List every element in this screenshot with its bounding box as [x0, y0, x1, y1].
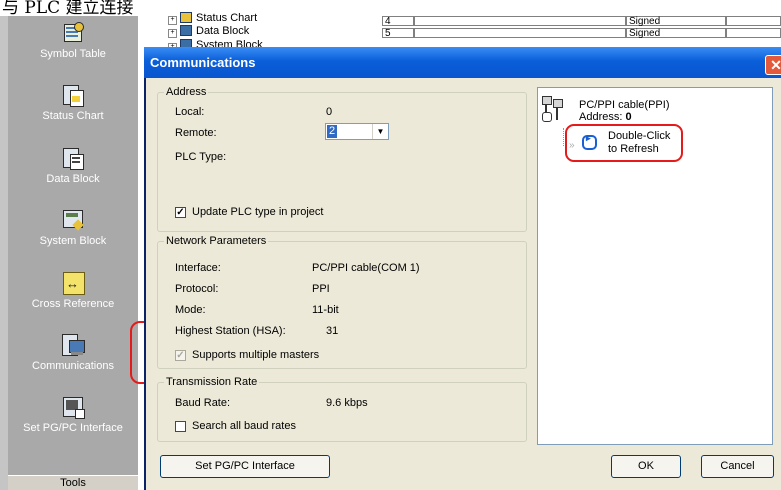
refresh-highlight: [565, 124, 683, 162]
plc-type-label: PLC Type:: [175, 151, 227, 163]
remote-address-value: 2: [327, 125, 337, 138]
symbol-table-icon: [62, 22, 84, 44]
cross-reference-icon: ↔: [62, 272, 85, 295]
address-value: 0: [625, 111, 632, 123]
tools-navigation-bar: Symbol Table Status Chart Data Block Sys…: [0, 16, 138, 490]
update-plc-type-checkbox[interactable]: ✓: [175, 207, 186, 218]
dialog-title-bar[interactable]: Communications: [144, 47, 781, 78]
group-title: Transmission Rate: [164, 376, 260, 388]
multiple-masters-label: Supports multiple masters: [192, 349, 320, 361]
cable-label[interactable]: PC/PPI cable(PPI): [579, 99, 669, 111]
multiple-masters-checkbox[interactable]: ✓: [175, 350, 186, 361]
protocol-label: Protocol:: [175, 283, 219, 295]
local-label: Local:: [175, 106, 205, 118]
hsa-value: 31: [326, 325, 339, 337]
interface-value: PC/PPI cable(COM 1): [312, 262, 420, 274]
close-button[interactable]: ✕: [765, 55, 781, 75]
grid-cell-empty[interactable]: [414, 16, 626, 26]
status-chart-icon: [180, 12, 192, 23]
address-prefix: Address:: [579, 111, 626, 123]
grid-cell-empty[interactable]: [414, 28, 626, 38]
nav-item-label: Symbol Table: [40, 48, 106, 60]
nav-item-label: Cross Reference: [31, 298, 115, 310]
nav-item-status-chart[interactable]: Status Chart: [8, 84, 138, 122]
tree-item-status-chart[interactable]: + Status Chart: [168, 12, 257, 25]
nav-item-communications[interactable]: Communications: [8, 334, 138, 372]
data-block-icon: [180, 25, 192, 36]
local-value: 0: [326, 106, 333, 118]
baud-rate-label: Baud Rate:: [175, 397, 231, 409]
dialog-title: Communications: [150, 55, 256, 70]
grid-cell-num[interactable]: 4: [382, 16, 414, 27]
nav-item-label: Set PG/PC Interface: [23, 422, 123, 434]
nav-item-label: Status Chart: [42, 110, 104, 122]
nav-item-symbol-table[interactable]: Symbol Table: [8, 22, 138, 60]
nav-item-data-block[interactable]: Data Block: [8, 147, 138, 185]
tree-item-data-block[interactable]: + Data Block: [168, 25, 249, 38]
symbol-grid: 4 Signed 5 Signed: [378, 16, 781, 48]
grid-cell-empty[interactable]: [726, 28, 781, 38]
system-block-icon: [62, 209, 84, 231]
nav-item-label: System Block: [39, 235, 107, 247]
search-baud-rates-checkbox[interactable]: [175, 421, 186, 432]
data-block-icon: [62, 147, 84, 170]
tree-item-label: Status Chart: [196, 12, 258, 24]
grid-cell-type[interactable]: Signed: [626, 16, 726, 27]
nav-item-cross-reference[interactable]: ↔ Cross Reference: [8, 272, 138, 310]
chevron-down-icon[interactable]: ▼: [372, 124, 388, 139]
mode-value: 11-bit: [312, 304, 339, 316]
grid-cell-num[interactable]: 5: [382, 28, 414, 39]
page-title: 与 PLC 建立连接: [2, 0, 134, 16]
mode-label: Mode:: [175, 304, 206, 316]
expand-icon[interactable]: +: [168, 16, 177, 25]
nav-item-set-pgpc-interface[interactable]: Set PG/PC Interface: [8, 396, 138, 434]
station-address: Address: 0: [579, 111, 632, 123]
tree-item-label: Data Block: [196, 25, 250, 37]
project-tree: +Status Chart +Data Block +System Block: [146, 12, 376, 52]
tools-group-label[interactable]: Tools: [8, 475, 138, 490]
expand-icon[interactable]: +: [168, 29, 177, 38]
search-baud-rates-label: Search all baud rates: [192, 420, 296, 432]
protocol-value: PPI: [312, 283, 330, 295]
nav-item-label: Communications: [32, 360, 114, 372]
interface-label: Interface:: [175, 262, 221, 274]
group-title: Network Parameters: [164, 235, 269, 247]
nav-item-system-block[interactable]: System Block: [8, 209, 138, 247]
hsa-label: Highest Station (HSA):: [175, 325, 286, 337]
communications-icon: [62, 334, 85, 356]
cancel-button[interactable]: Cancel: [701, 455, 774, 478]
transmission-rate-group: Transmission Rate: [157, 376, 527, 442]
set-pgpc-interface-button[interactable]: Set PG/PC Interface: [160, 455, 330, 478]
group-title: Address: [164, 86, 209, 98]
remote-address-select[interactable]: 2 ▼: [325, 123, 389, 140]
nav-item-label: Data Block: [46, 173, 100, 185]
grid-cell-type[interactable]: Signed: [626, 28, 726, 39]
grid-cell-empty[interactable]: [726, 16, 781, 26]
status-chart-icon: [62, 84, 84, 107]
update-plc-type-label: Update PLC type in project: [192, 206, 324, 218]
baud-rate-value: 9.6 kbps: [326, 397, 368, 409]
ok-button[interactable]: OK: [611, 455, 681, 478]
set-pgpc-interface-icon: [62, 396, 85, 419]
page-heading-strip: 与 PLC 建立连接: [0, 0, 781, 16]
remote-label: Remote:: [175, 127, 217, 139]
pc-ppi-cable-icon: [541, 96, 565, 126]
